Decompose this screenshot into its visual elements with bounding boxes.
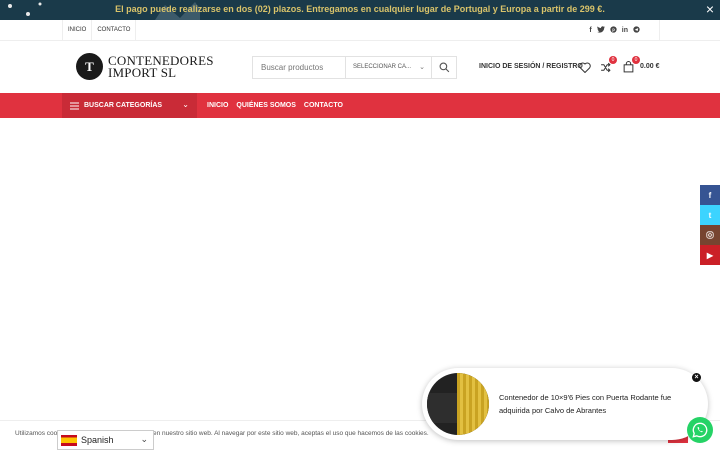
twitter-icon[interactable] (596, 26, 605, 35)
side-twitter-icon[interactable]: t (700, 205, 720, 225)
main-menu: INICIO QUIÉNES SOMOS CONTACTO (203, 93, 347, 118)
menu-item-quienes-somos[interactable]: QUIÉNES SOMOS (232, 93, 300, 118)
logo-line-2: IMPORT SL (108, 64, 177, 80)
compare-button[interactable]: 0 (598, 56, 617, 74)
browse-categories-button[interactable]: BUSCAR CATEGORÍAS ⌄ (62, 93, 197, 118)
svg-text:p: p (612, 27, 615, 32)
facebook-icon[interactable]: f (589, 27, 591, 34)
chevron-down-icon: ⌄ (419, 64, 425, 71)
top-bar: INICIO CONTACTO f p in (0, 20, 720, 41)
wishlist-button[interactable] (578, 60, 592, 74)
side-youtube-icon[interactable]: ▶ (700, 245, 720, 265)
top-nav-contacto[interactable]: CONTACTO (92, 20, 137, 41)
cart-button[interactable]: 0 (621, 56, 640, 74)
telegram-icon[interactable] (633, 26, 640, 35)
top-nav: INICIO CONTACTO (62, 20, 137, 41)
container-door (457, 373, 489, 435)
menu-item-contacto[interactable]: CONTACTO (300, 93, 347, 118)
cart-total[interactable]: 0.00 € (640, 63, 659, 70)
search-form: SELECCIONAR CA... ⌄ (252, 56, 457, 79)
side-instagram-icon[interactable] (700, 225, 720, 245)
top-social-links: f p in (589, 20, 640, 41)
top-nav-inicio[interactable]: INICIO (62, 20, 93, 41)
top-bar-divider (659, 20, 660, 41)
search-button[interactable] (432, 57, 456, 78)
main-nav-bar: BUSCAR CATEGORÍAS ⌄ INICIO QUIÉNES SOMOS… (0, 93, 720, 118)
search-icon (439, 62, 449, 73)
site-logo[interactable]: T CONTENEDORES IMPORT SL (76, 53, 214, 80)
logo-text: CONTENEDORES IMPORT SL (108, 54, 214, 80)
product-thumbnail (427, 373, 489, 435)
category-select-label: SELECCIONAR CA... (353, 64, 412, 70)
menu-item-inicio[interactable]: INICIO (203, 93, 232, 118)
category-select[interactable]: SELECCIONAR CA... ⌄ (346, 57, 432, 78)
whatsapp-button[interactable] (687, 417, 713, 443)
shopping-bag-icon (623, 61, 633, 73)
shuffle-icon (600, 62, 611, 72)
logo-mark: T (76, 53, 103, 80)
language-selected: Spanish (81, 435, 114, 445)
heart-icon (579, 62, 591, 73)
whatsapp-icon (692, 422, 708, 438)
cart-count-badge: 0 (632, 56, 640, 64)
spain-flag-icon (61, 434, 77, 446)
search-input[interactable] (253, 57, 346, 78)
side-social-bar: f t ▶ (700, 185, 720, 265)
side-facebook-icon[interactable]: f (700, 185, 720, 205)
promo-close-button[interactable]: × (706, 1, 714, 17)
browse-categories-label: BUSCAR CATEGORÍAS (84, 102, 163, 109)
promo-bar: El pago puede realizarse en dos (02) pla… (0, 0, 720, 20)
header: T CONTENEDORES IMPORT SL SELECCIONAR CA.… (0, 41, 720, 93)
menu-icon (70, 102, 79, 109)
login-register-link[interactable]: INICIO DE SESIÓN / REGISTRO (479, 63, 583, 70)
popup-message: Contenedor de 10×9'6 Pies con Puerta Rod… (499, 393, 672, 415)
chevron-down-icon: ⌄ (182, 100, 189, 109)
compare-count-badge: 0 (609, 56, 617, 64)
chevron-down-icon: ⌄ (140, 434, 148, 444)
close-icon[interactable]: × (692, 373, 701, 382)
pinterest-icon[interactable]: p (610, 26, 617, 35)
promo-text: El pago puede realizarse en dos (02) pla… (115, 4, 605, 14)
language-selector[interactable]: Spanish ⌄ (57, 430, 154, 450)
linkedin-icon[interactable]: in (622, 27, 628, 34)
container-side (427, 393, 457, 423)
recent-purchase-popup[interactable]: Contenedor de 10×9'6 Pies con Puerta Rod… (422, 368, 708, 440)
